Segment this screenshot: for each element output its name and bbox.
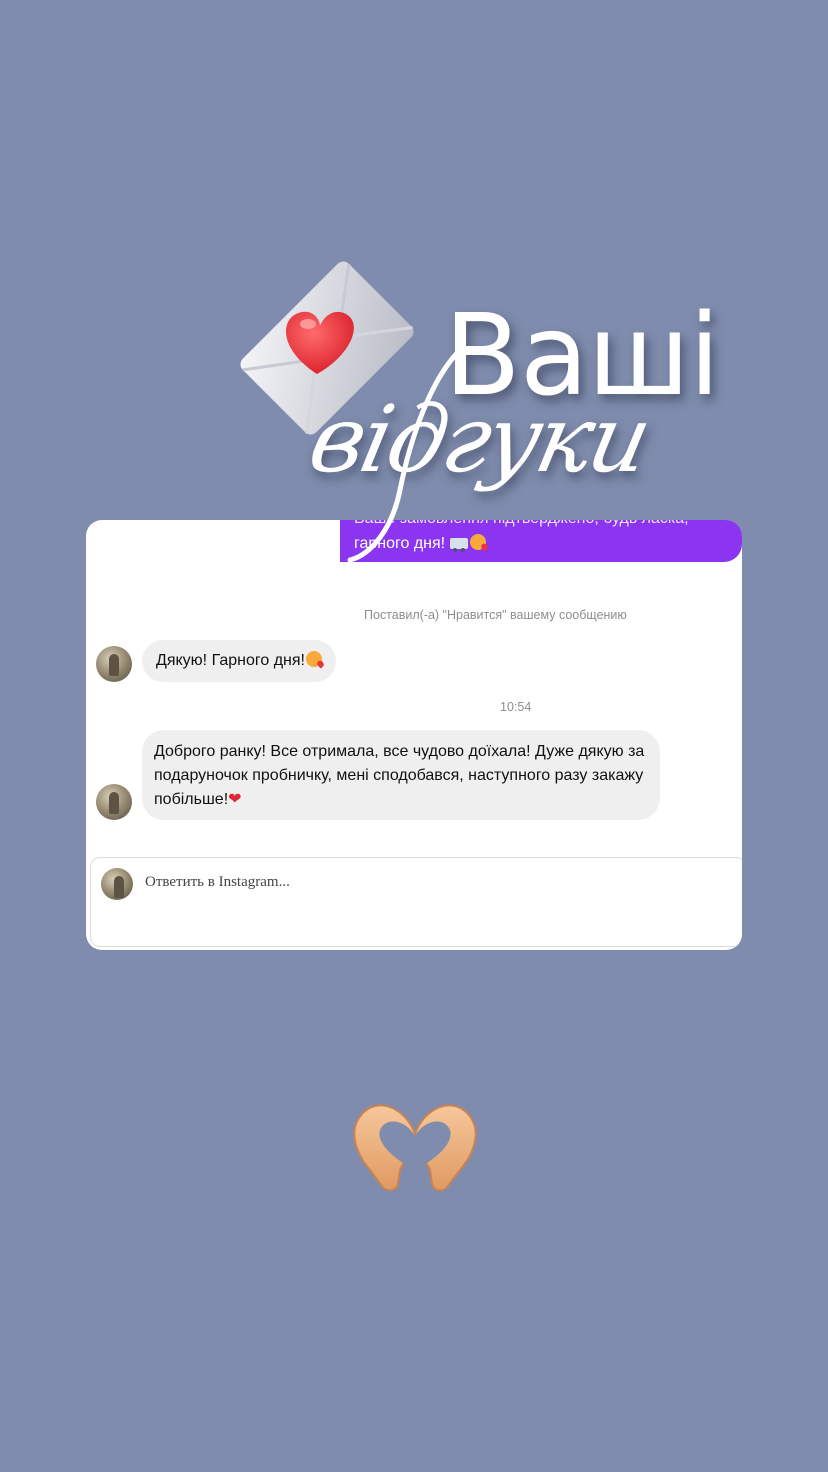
- heart-hands-icon: [353, 1104, 477, 1192]
- reply-bar: [90, 857, 742, 947]
- message-text: Дякую! Гарного дня!: [156, 652, 305, 669]
- title-swash-decoration: [347, 347, 463, 563]
- kiss-emoji-icon: [305, 651, 322, 667]
- red-heart-emoji-icon: ❤: [228, 791, 242, 808]
- reply-input[interactable]: [145, 874, 545, 891]
- like-notice: Поставил(-а) "Нравится" вашему сообщению: [364, 608, 627, 622]
- avatar[interactable]: [96, 784, 132, 820]
- message-timestamp: 10:54: [500, 700, 532, 714]
- incoming-message-bubble[interactable]: Дякую! Гарного дня!: [142, 640, 336, 682]
- avatar[interactable]: [96, 646, 132, 682]
- chat-window: Ваше замовлення підтверджено, будь ласка…: [86, 520, 742, 950]
- incoming-message-bubble[interactable]: Доброго ранку! Все отримала, все чудово …: [142, 730, 660, 820]
- avatar: [101, 868, 133, 900]
